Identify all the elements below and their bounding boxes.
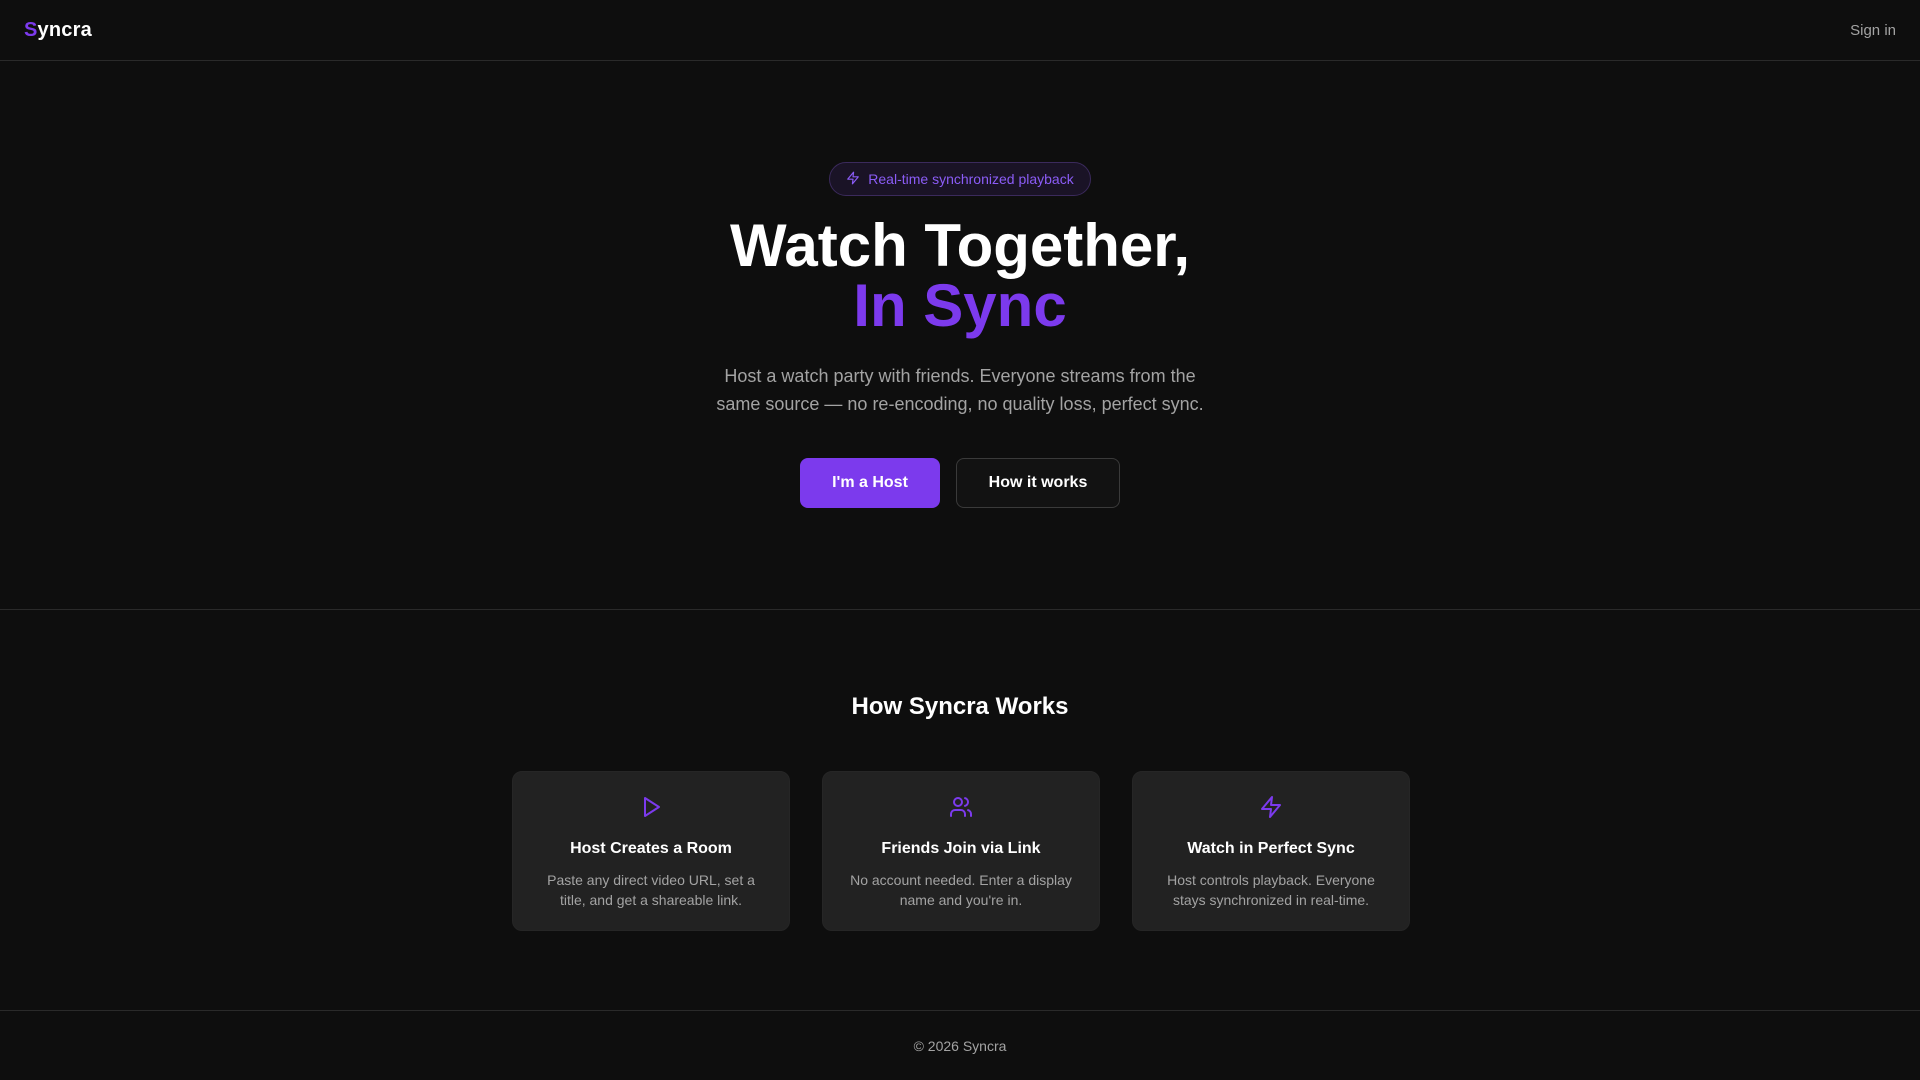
hero-title: Watch Together, In Sync <box>730 216 1190 336</box>
host-button[interactable]: I'm a Host <box>800 458 940 508</box>
card-description: Paste any direct video URL, set a title,… <box>547 872 755 908</box>
logo[interactable]: Syncra <box>24 19 92 42</box>
lightning-icon <box>1259 795 1283 824</box>
feature-card-host-room: Host Creates a Room Paste any direct vid… <box>512 771 790 931</box>
hero-title-line2: In Sync <box>853 272 1067 339</box>
sign-in-link[interactable]: Sign in <box>1850 22 1896 39</box>
hero-buttons: I'm a Host How it works <box>800 458 1120 508</box>
lightning-icon <box>846 171 860 188</box>
card-description: No account needed. Enter a display name … <box>850 872 1072 908</box>
card-title: Host Creates a Room <box>570 840 732 857</box>
feature-card-perfect-sync: Watch in Perfect Sync Host controls play… <box>1132 771 1410 931</box>
card-description: Host controls playback. Everyone stays s… <box>1167 872 1375 908</box>
page: Syncra Sign in Real-time synchronized pl… <box>0 0 1920 1080</box>
feature-card-join-link: Friends Join via Link No account needed.… <box>822 771 1100 931</box>
hero-subtitle: Host a watch party with friends. Everyon… <box>716 366 1204 414</box>
users-icon <box>949 795 973 824</box>
how-it-works-button[interactable]: How it works <box>956 458 1120 508</box>
hero-title-line1: Watch Together, <box>729 212 1191 279</box>
logo-text: yncra <box>37 18 92 41</box>
footer: © 2026 Syncra <box>0 1011 1920 1080</box>
badge-text: Real-time synchronized playback <box>868 171 1074 187</box>
copyright-text: © 2026 Syncra <box>913 1037 1007 1054</box>
hero-section: Real-time synchronized playback Watch To… <box>0 61 1920 610</box>
top-nav: Syncra Sign in <box>0 0 1920 61</box>
card-title: Friends Join via Link <box>881 840 1041 857</box>
how-it-works-section: How Syncra Works Host Creates a Room Pas… <box>0 611 1920 1011</box>
play-icon <box>639 795 663 824</box>
section-title: How Syncra Works <box>851 693 1069 720</box>
feature-badge: Real-time synchronized playback <box>829 162 1091 196</box>
logo-accent-letter: S <box>24 18 38 41</box>
feature-cards: Host Creates a Room Paste any direct vid… <box>512 771 1410 931</box>
card-title: Watch in Perfect Sync <box>1187 840 1355 857</box>
